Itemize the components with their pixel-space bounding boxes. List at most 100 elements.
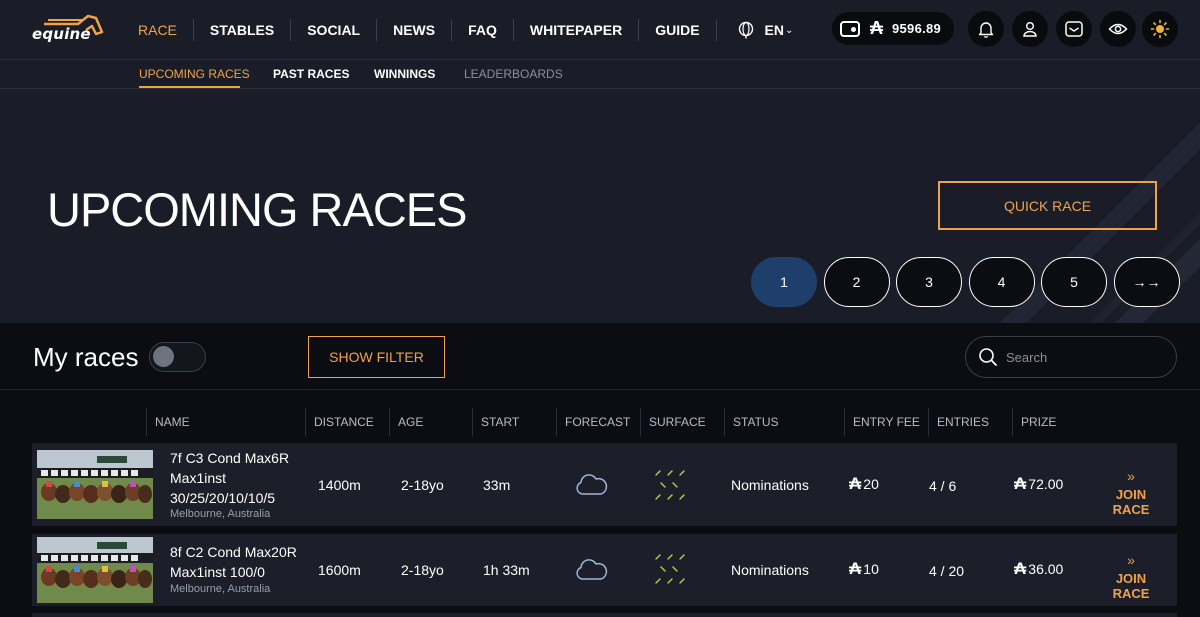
profile-button[interactable]	[1012, 11, 1048, 47]
entry-fee-value: 20	[863, 476, 879, 492]
col-age[interactable]: AGE	[389, 408, 472, 436]
search-input[interactable]	[1006, 348, 1166, 366]
col-surface[interactable]: SURFACE	[640, 408, 724, 436]
join-race-button[interactable]: » JOIN RACE	[1099, 553, 1163, 601]
double-chevron-right-icon: »	[1127, 468, 1135, 484]
prize-value: 36.00	[1028, 561, 1064, 577]
search-icon	[979, 348, 997, 366]
pagination: 1 2 3 4 5 →→	[751, 257, 1186, 307]
race-name[interactable]: 7f C3 Cond Max6R Max1inst 30/25/20/10/10…	[170, 448, 289, 508]
page-button-2[interactable]: 2	[823, 257, 890, 307]
col-forecast[interactable]: FORECAST	[556, 408, 640, 436]
race-name-line: Max1inst 100/0	[170, 564, 265, 580]
nav-guide[interactable]: GUIDE	[639, 19, 715, 41]
language-selector[interactable]: EN ⌄	[717, 21, 794, 39]
race-distance: 1600m	[318, 562, 361, 578]
join-race-label: JOIN RACE	[1112, 571, 1150, 601]
race-name-line: 7f C3 Cond Max6R	[170, 450, 290, 466]
table-row[interactable]: 8f C2 Cond Max20R Max1inst 100/0 Melbour…	[32, 534, 1177, 606]
nav-faq[interactable]: FAQ	[452, 19, 513, 41]
race-entries: 4 / 6	[929, 478, 957, 494]
double-chevron-right-icon: »	[1127, 552, 1135, 568]
filter-bar: My races SHOW FILTER	[0, 323, 1200, 390]
messages-button[interactable]	[1056, 11, 1092, 47]
chevron-down-icon: ⌄	[785, 24, 794, 36]
race-track-thumbnail	[37, 537, 153, 603]
race-entry-fee: ₳ 10	[849, 559, 879, 579]
race-prize: ₳ 72.00	[1014, 474, 1063, 494]
col-distance[interactable]: DISTANCE	[305, 408, 389, 436]
page-button-5[interactable]: 5	[1041, 257, 1107, 307]
top-navbar: equine RACE STABLES SOCIAL NEWS FAQ WHIT…	[0, 0, 1200, 60]
table-row[interactable]: 7f C3 Cond Max6R Max1inst 30/25/20/10/10…	[32, 443, 1177, 526]
nav-social[interactable]: SOCIAL	[291, 19, 376, 41]
race-start: 33m	[483, 477, 511, 493]
page-button-1[interactable]: 1	[751, 257, 817, 307]
col-entries[interactable]: ENTRIES	[928, 408, 1012, 436]
table-header: NAME DISTANCE AGE START FORECAST SURFACE…	[0, 408, 1200, 436]
toggle-knob	[153, 346, 174, 367]
nav-stables[interactable]: STABLES	[194, 19, 290, 41]
table-row[interactable]	[32, 613, 1177, 617]
ada-currency-icon: ₳	[1014, 474, 1027, 493]
race-start: 1h 33m	[483, 562, 530, 578]
cloud-icon	[576, 559, 608, 580]
bell-icon	[978, 22, 994, 38]
race-name-line: 8f C2 Cond Max20R	[170, 544, 297, 560]
page-button-3[interactable]: 3	[896, 257, 962, 307]
cloud-icon	[576, 474, 608, 495]
turf-icon	[655, 554, 685, 584]
mail-icon	[1065, 21, 1083, 37]
race-age: 2-18yo	[401, 477, 444, 493]
show-filter-button[interactable]: SHOW FILTER	[308, 336, 445, 378]
entry-fee-value: 10	[863, 561, 879, 577]
race-name-line: Max1inst	[170, 470, 227, 486]
tab-winnings[interactable]: WINNINGS	[374, 67, 435, 81]
active-tab-underline	[139, 86, 240, 88]
notifications-button[interactable]	[968, 11, 1004, 47]
nav-whitepaper[interactable]: WHITEPAPER	[514, 19, 638, 41]
race-location: Melbourne, Australia	[170, 583, 271, 595]
race-location: Melbourne, Australia	[170, 508, 271, 520]
sun-icon	[1150, 19, 1170, 39]
race-entries: 4 / 20	[929, 563, 965, 579]
equine-logo[interactable]: equine	[30, 12, 106, 43]
race-status: Nominations	[731, 477, 809, 493]
col-status[interactable]: STATUS	[724, 408, 844, 436]
tab-past-races[interactable]: PAST RACES	[273, 67, 349, 81]
col-start[interactable]: START	[472, 408, 556, 436]
turf-icon	[655, 470, 685, 500]
join-race-button[interactable]: » JOIN RACE	[1099, 469, 1163, 517]
nav-race[interactable]: RACE	[122, 19, 193, 41]
my-races-label: My races	[33, 342, 139, 372]
tab-upcoming-races[interactable]: UPCOMING RACES	[139, 67, 250, 81]
user-icon	[1023, 22, 1037, 37]
wallet-balance-value: 9596.89	[892, 21, 942, 36]
globe-icon	[738, 21, 753, 39]
race-name-line: 30/25/20/10/10/5	[170, 490, 276, 506]
race-age: 2-18yo	[401, 562, 444, 578]
main-nav: RACE STABLES SOCIAL NEWS FAQ WHITEPAPER …	[122, 0, 793, 60]
my-races-toggle[interactable]	[149, 342, 206, 372]
race-name[interactable]: 8f C2 Cond Max20R Max1inst 100/0	[170, 542, 297, 582]
col-name[interactable]: NAME	[146, 408, 305, 436]
nav-news[interactable]: NEWS	[377, 19, 451, 41]
tab-leaderboards[interactable]: LEADERBOARDS	[464, 67, 563, 81]
search-box	[965, 336, 1177, 378]
next-page-button[interactable]: →→	[1113, 257, 1180, 307]
eye-icon	[1108, 23, 1128, 35]
col-prize[interactable]: PRIZE	[1012, 408, 1096, 436]
ada-currency-icon: ₳	[870, 18, 883, 38]
quick-race-button[interactable]: QUICK RACE	[938, 181, 1157, 230]
col-entry-fee[interactable]: ENTRY FEE	[844, 408, 928, 436]
wallet-icon	[840, 20, 860, 37]
language-label: EN	[764, 22, 784, 38]
visibility-button[interactable]	[1100, 11, 1136, 47]
theme-toggle-button[interactable]	[1142, 11, 1178, 47]
hero-section: UPCOMING RACES QUICK RACE 1 2 3 4 5 →→	[0, 89, 1200, 323]
race-prize: ₳ 36.00	[1014, 559, 1063, 579]
wallet-balance[interactable]: ₳ 9596.89	[832, 12, 954, 45]
ada-currency-icon: ₳	[849, 474, 862, 493]
sub-navbar: UPCOMING RACES PAST RACES WINNINGS LEADE…	[0, 60, 1200, 89]
page-button-4[interactable]: 4	[968, 257, 1035, 307]
